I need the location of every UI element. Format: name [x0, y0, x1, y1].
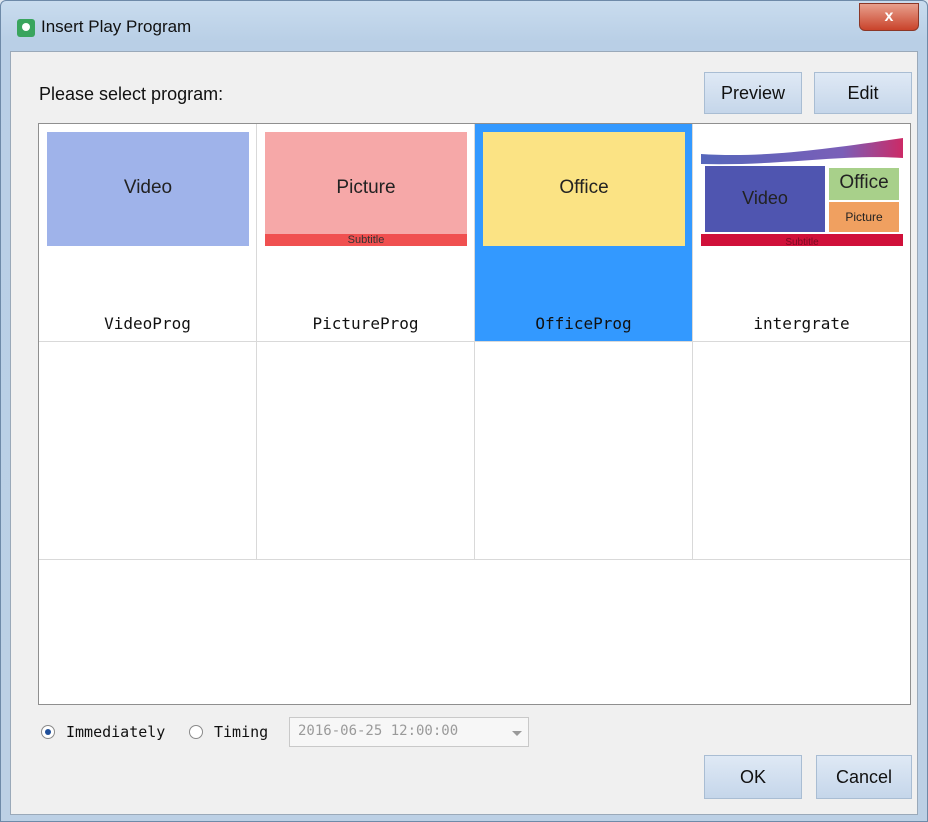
insert-play-program-dialog: Insert Play Program x Please select prog…	[0, 0, 928, 822]
thumbnail-label: Video	[123, 177, 173, 198]
ok-button[interactable]: OK	[704, 755, 802, 799]
program-name: OfficeProg	[535, 314, 632, 333]
title-bar: Insert Play Program x	[1, 1, 927, 51]
subtitle-region: Subtitle	[701, 234, 903, 246]
video-thumbnail: Video	[47, 132, 249, 246]
empty-program-slot	[257, 342, 475, 560]
edit-button[interactable]: Edit	[814, 72, 912, 114]
immediately-label[interactable]: Immediately	[66, 723, 165, 741]
chevron-down-icon[interactable]	[512, 731, 522, 736]
program-tile-videoprog[interactable]: Video VideoProg	[39, 124, 257, 342]
video-region: Video	[705, 166, 825, 232]
program-name: VideoProg	[104, 314, 191, 333]
datetime-picker[interactable]: 2016-06-25 12:00:00	[289, 717, 529, 747]
thumbnail-label: Office	[559, 177, 609, 198]
office-thumbnail: Office	[483, 132, 685, 246]
app-icon	[17, 19, 35, 37]
thumbnail-label: Picture	[336, 177, 396, 198]
dialog-body: Please select program: Preview Edit Vide…	[10, 51, 918, 815]
window-title: Insert Play Program	[41, 17, 192, 36]
program-tile-officeprog[interactable]: Office OfficeProg	[475, 124, 693, 342]
thumbnail-subtitle-bar: Subtitle	[265, 234, 467, 246]
close-button[interactable]: x	[859, 3, 919, 31]
empty-program-slot	[39, 342, 257, 560]
preview-button[interactable]: Preview	[704, 72, 802, 114]
picture-region-label: Picture	[845, 210, 883, 224]
timing-label[interactable]: Timing	[214, 723, 268, 741]
office-region: Office	[829, 168, 899, 200]
select-program-label: Please select program:	[39, 84, 224, 104]
empty-program-slot	[693, 342, 910, 560]
program-name: PictureProg	[312, 314, 419, 333]
integrated-thumbnail: Video Office Picture Subtitle	[701, 132, 903, 246]
picture-thumbnail: Picture Subtitle	[265, 132, 467, 246]
cancel-button[interactable]: Cancel	[816, 755, 912, 799]
program-tile-pictureprog[interactable]: Picture Subtitle PictureProg	[257, 124, 475, 342]
picture-region: Picture	[829, 202, 899, 232]
empty-program-slot	[475, 342, 693, 560]
video-region-label: Video	[742, 188, 788, 208]
program-tile-intergrate[interactable]: Video Office Picture Subtitle intergrate	[693, 124, 910, 342]
datetime-value: 2016-06-25 12:00:00	[298, 723, 459, 739]
office-region-label: Office	[839, 172, 889, 193]
program-grid: Video VideoProg Picture Subtitle Picture…	[38, 123, 911, 705]
immediately-radio[interactable]	[41, 725, 55, 739]
timing-radio[interactable]	[189, 725, 203, 739]
program-name: intergrate	[753, 314, 850, 333]
